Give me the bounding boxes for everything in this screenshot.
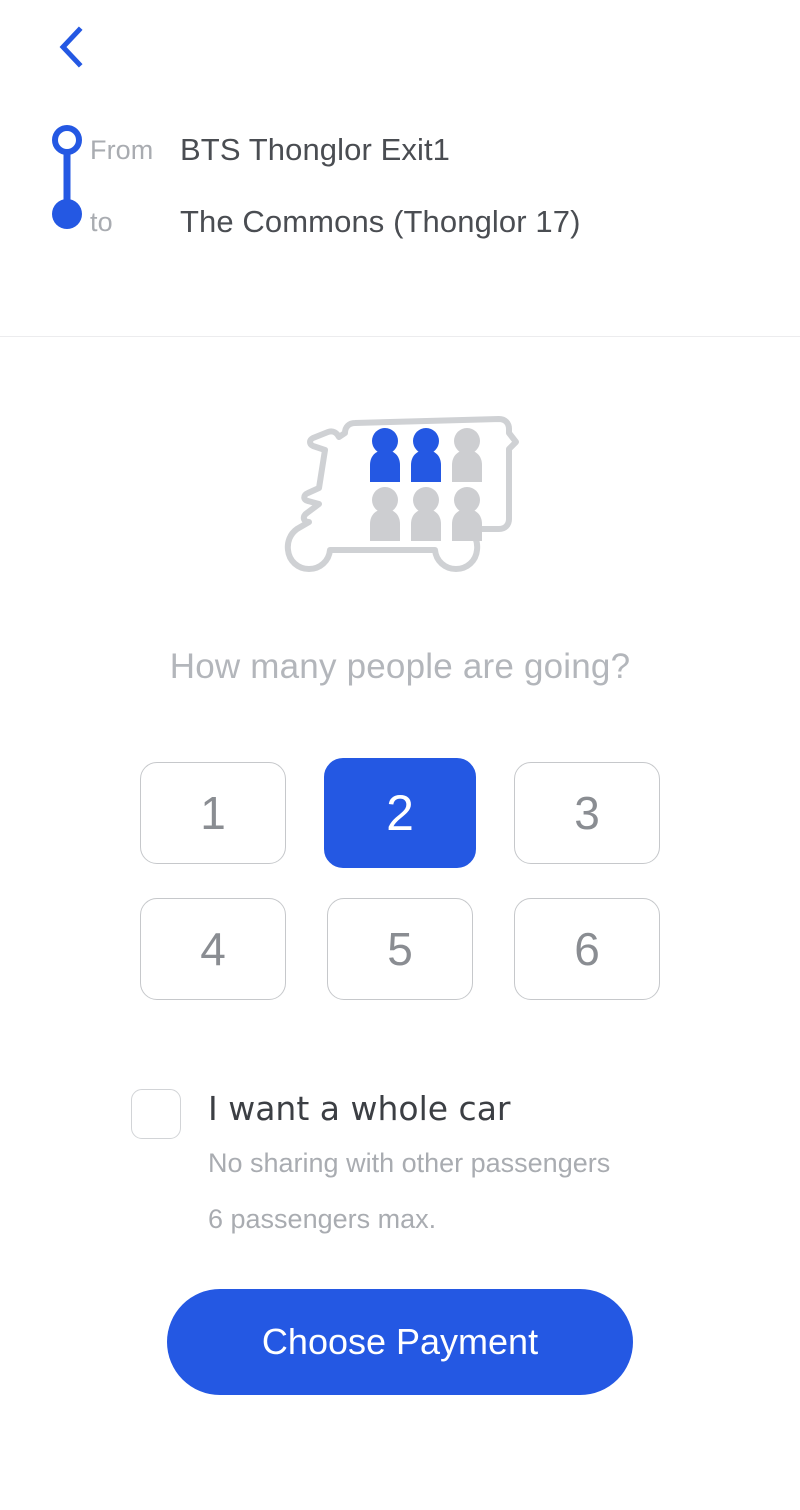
van-illustration-wrap <box>0 337 800 583</box>
route-track-icon <box>52 125 82 229</box>
circle-filled-icon <box>52 199 82 229</box>
passenger-count-2[interactable]: 2 <box>324 758 476 868</box>
seat-2-filled <box>411 428 441 482</box>
passenger-count-1[interactable]: 1 <box>140 762 286 864</box>
whole-car-text: I want a whole car No sharing with other… <box>181 1085 610 1233</box>
whole-car-option[interactable]: I want a whole car No sharing with other… <box>0 1085 800 1233</box>
route-summary[interactable]: From BTS Thonglor Exit1 to The Commons (… <box>0 96 800 336</box>
chevron-left-icon <box>54 25 88 71</box>
seat-4-empty <box>370 487 400 541</box>
seat-5-empty <box>411 487 441 541</box>
from-value: BTS Thonglor Exit1 <box>180 132 451 167</box>
whole-car-label: I want a whole car <box>208 1089 511 1128</box>
numpad-row-1: 1 2 3 <box>140 753 660 873</box>
whole-car-checkbox[interactable] <box>131 1089 181 1139</box>
passenger-count-3[interactable]: 3 <box>514 762 660 864</box>
passenger-count-selector: 1 2 3 4 5 6 <box>140 753 660 1009</box>
top-bar <box>0 0 800 96</box>
route-rail <box>44 96 90 336</box>
passenger-count-5[interactable]: 5 <box>327 898 473 1000</box>
route-row-from[interactable]: From BTS Thonglor Exit1 <box>90 114 800 186</box>
route-row-to[interactable]: to The Commons (Thonglor 17) <box>90 186 800 258</box>
passenger-count-4[interactable]: 4 <box>140 898 286 1000</box>
from-label: From <box>90 134 154 165</box>
seat-6-empty <box>452 487 482 541</box>
circle-outline-icon <box>52 125 82 155</box>
back-button[interactable] <box>44 21 98 75</box>
to-value: The Commons (Thonglor 17) <box>180 204 581 239</box>
seat-1-filled <box>370 428 400 482</box>
seat-3-empty <box>452 428 482 482</box>
cta-wrap: Choose Payment <box>0 1289 800 1395</box>
numpad-row-2: 4 5 6 <box>140 889 660 1009</box>
choose-payment-button[interactable]: Choose Payment <box>167 1289 633 1395</box>
whole-car-subtitle: No sharing with other passengers <box>208 1148 611 1178</box>
to-label: to <box>90 206 113 237</box>
van-seating-icon <box>284 416 519 572</box>
passenger-count-6[interactable]: 6 <box>514 898 660 1000</box>
whole-car-capacity: 6 passengers max. <box>208 1204 437 1234</box>
page-title: How many people are going? <box>169 647 631 686</box>
